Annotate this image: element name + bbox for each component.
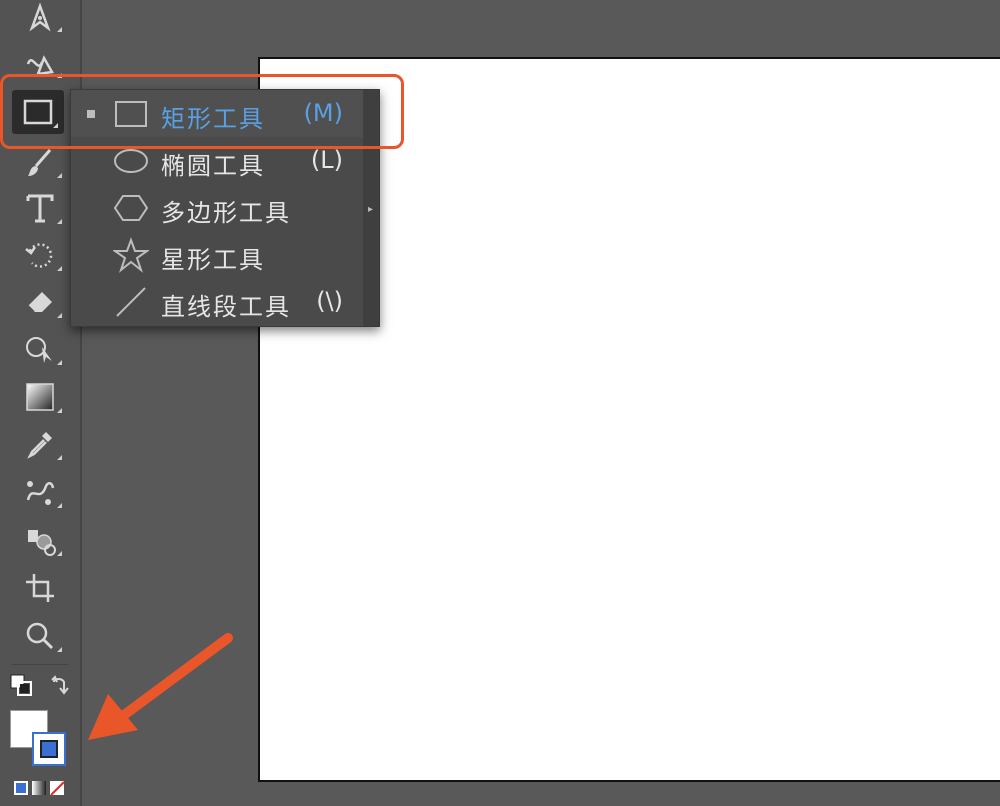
- flyout-item-label: 直线段工具: [161, 293, 291, 321]
- annotation-arrow-icon: [88, 633, 233, 740]
- blend-tool[interactable]: [12, 470, 68, 514]
- chevron-right-icon: ▸: [368, 204, 374, 215]
- submenu-indicator: [57, 27, 62, 32]
- swap-colors-icon[interactable]: [50, 674, 72, 696]
- gradient-mode-icon[interactable]: [31, 780, 47, 796]
- flyout-item-shortcut: (\): [316, 287, 343, 315]
- zoom-tool-icon: [26, 622, 54, 650]
- eraser-tool[interactable]: [12, 280, 68, 324]
- flyout-item-star[interactable]: 星形工具: [71, 231, 363, 278]
- eyedropper-tool-icon: [27, 432, 52, 459]
- submenu-indicator: [57, 173, 62, 178]
- none-mode-icon[interactable]: [49, 780, 65, 796]
- symbol-sprayer-tool-icon: [28, 530, 56, 556]
- type-tool-icon: [26, 194, 54, 223]
- pen-tool-icon: [29, 2, 51, 32]
- artboard-tool-icon: [26, 574, 54, 602]
- paintbrush-tool-icon: [28, 149, 52, 176]
- submenu-indicator: [57, 219, 62, 224]
- flyout-item-shortcut: (L): [310, 146, 343, 174]
- submenu-indicator: [57, 408, 62, 413]
- annotation-highlight-box: [0, 74, 404, 149]
- flyout-item-line-segment[interactable]: 直线段工具 (\): [71, 278, 363, 325]
- submenu-indicator: [57, 647, 62, 652]
- color-mode-icon[interactable]: [13, 780, 29, 796]
- submenu-indicator: [57, 551, 62, 556]
- symbol-sprayer-tool[interactable]: [12, 518, 68, 562]
- polygon-icon: [113, 195, 149, 221]
- line-segment-icon: [116, 287, 146, 317]
- gradient-tool[interactable]: [12, 375, 68, 419]
- rotate-tool[interactable]: [12, 233, 68, 277]
- pen-tool[interactable]: [12, 0, 68, 38]
- eraser-tool-icon: [27, 292, 52, 313]
- artboard-tool[interactable]: [12, 566, 68, 610]
- toolbar-divider: [12, 664, 68, 665]
- default-colors-icon[interactable]: [10, 674, 32, 696]
- eyedropper-tool[interactable]: [12, 422, 68, 466]
- submenu-indicator: [57, 455, 62, 460]
- flyout-item-polygon[interactable]: 多边形工具: [71, 184, 363, 231]
- flyout-item-label: 椭圆工具: [161, 152, 265, 180]
- type-tool[interactable]: [12, 186, 68, 230]
- submenu-indicator: [57, 313, 62, 318]
- flyout-item-label: 多边形工具: [161, 199, 291, 227]
- stroke-color-swatch[interactable]: [32, 732, 66, 766]
- gradient-tool-icon: [26, 383, 54, 411]
- puppet-warp-tool[interactable]: [12, 327, 68, 371]
- puppet-warp-tool-icon: [26, 337, 52, 363]
- flyout-item-label: 星形工具: [161, 246, 265, 274]
- submenu-indicator: [57, 503, 62, 508]
- zoom-tool[interactable]: [12, 614, 68, 658]
- star-icon: [113, 237, 149, 273]
- submenu-indicator: [57, 266, 62, 271]
- blend-tool-icon: [26, 481, 55, 505]
- rotate-tool-icon: [25, 243, 53, 268]
- submenu-indicator: [57, 360, 62, 365]
